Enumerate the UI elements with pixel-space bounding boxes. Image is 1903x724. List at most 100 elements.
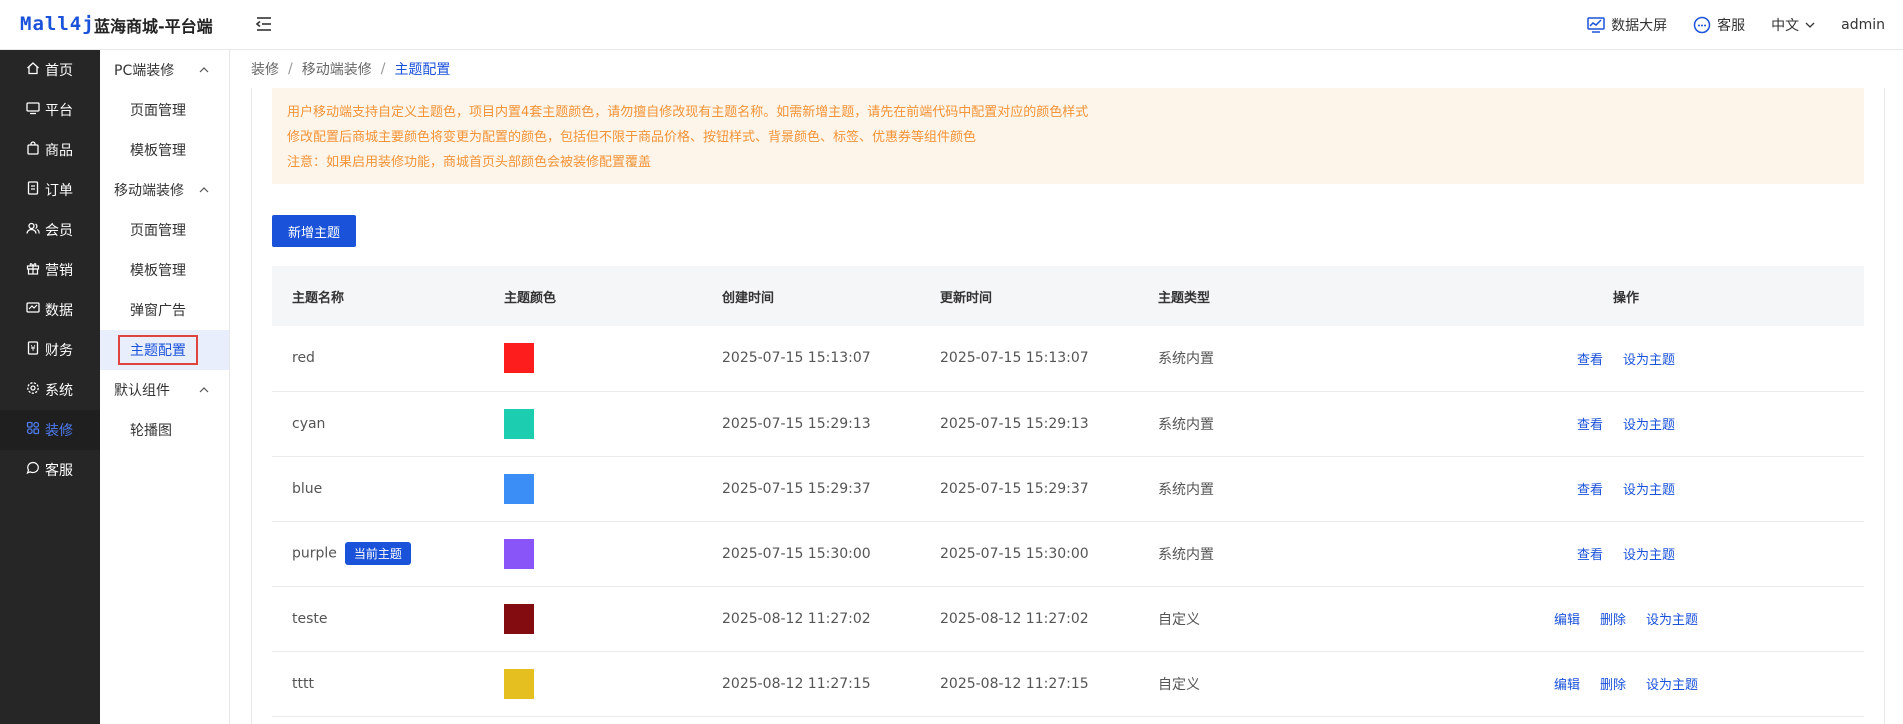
menu-toggle-icon[interactable] [254, 14, 276, 36]
theme-color-cell [504, 326, 722, 392]
nav-item-label: 装修 [45, 423, 73, 439]
row-action-link[interactable]: 编辑 [1554, 678, 1580, 693]
subnav-item-pc-templates[interactable]: 模板管理 [100, 130, 229, 170]
row-action-link[interactable]: 删除 [1600, 613, 1626, 628]
row-action-link[interactable]: 删除 [1600, 678, 1626, 693]
operations-cell: 查看 设为主题 [1388, 521, 1864, 587]
theme-name-cell: tttt [272, 651, 504, 717]
nav-item-data[interactable]: 数据 [0, 290, 100, 330]
row-action-link[interactable]: 查看 [1577, 483, 1603, 498]
color-swatch [504, 343, 534, 374]
chart-icon [26, 301, 45, 319]
row-action-link[interactable]: 查看 [1577, 548, 1603, 563]
breadcrumb-current: 主题配置 [394, 62, 451, 78]
operations-cell: 查看 设为主题 [1388, 391, 1864, 457]
notice-line: 用户移动端支持自定义主题色，项目内置4套主题颜色，请勿擅自修改现有主题名称。如需… [287, 105, 1089, 120]
nav-item-service[interactable]: 客服 [0, 450, 100, 490]
subnav-item-pc-pages[interactable]: 页面管理 [100, 90, 229, 130]
language-select[interactable]: 中文 [1771, 15, 1815, 35]
svg-text:¥: ¥ [30, 344, 35, 353]
nav-item-members[interactable]: 会员 [0, 210, 100, 250]
type-cell: 系统内置 [1158, 326, 1388, 392]
theme-name: red [292, 350, 315, 367]
operations-cell: 查看 设为主题 [1388, 456, 1864, 522]
table-row: blue 2025-07-15 15:29:37 2025-07-15 15:29:… [272, 456, 1864, 522]
color-swatch [504, 668, 534, 699]
column-header: 更新时间 [940, 266, 1158, 326]
subnav-item-mobile-templates[interactable]: 模板管理 [100, 250, 229, 290]
theme-name: teste [292, 610, 328, 627]
row-action-link[interactable]: 查看 [1577, 353, 1603, 368]
subnav-item-theme-config[interactable]: 主题配置 [100, 330, 229, 370]
user-menu[interactable]: admin [1841, 17, 1885, 33]
nav-item-goods[interactable]: 商品 [0, 130, 100, 170]
column-header: 操作 [1388, 266, 1864, 326]
theme-name-cell: blue [272, 456, 504, 522]
headset-icon [1693, 16, 1711, 34]
subnav-group-mobile[interactable]: 移动端装修 [100, 170, 229, 210]
data-screen-link[interactable]: 数据大屏 [1587, 15, 1667, 35]
table-row: red 2025-07-15 15:13:07 2025-07-15 15:13:0… [272, 326, 1864, 392]
row-action-link[interactable]: 设为主题 [1623, 418, 1675, 433]
subnav-item-label: 模板管理 [130, 143, 186, 159]
brush-icon [26, 421, 45, 439]
type-cell: 系统内置 [1158, 456, 1388, 522]
nav-item-marketing[interactable]: 营销 [0, 250, 100, 290]
color-swatch [504, 603, 534, 634]
theme-name: tttt [292, 675, 314, 692]
theme-name: purple [292, 545, 337, 562]
row-action-link[interactable]: 设为主题 [1623, 548, 1675, 563]
logo[interactable]: Mall4j [20, 13, 95, 35]
subnav-group-default-components[interactable]: 默认组件 [100, 370, 229, 410]
table-header-row: 主题名称 主题颜色 创建时间 更新时间 主题类型 操作 [272, 266, 1864, 326]
column-header: 主题名称 [272, 266, 504, 326]
nav-item-orders[interactable]: 订单 [0, 170, 100, 210]
notice-line: 注意：如果启用装修功能，商城首页头部颜色会被装修配置覆盖 [287, 155, 652, 170]
nav-item-platform[interactable]: 平台 [0, 90, 100, 130]
operations-cell: 编辑 删除 设为主题 [1388, 651, 1864, 717]
operations-cell: 编辑 删除 设为主题 [1388, 586, 1864, 652]
nav-item-decoration[interactable]: 装修 [0, 410, 100, 450]
nav-item-home[interactable]: 首页 [0, 50, 100, 90]
subnav-item-mobile-pages[interactable]: 页面管理 [100, 210, 229, 250]
column-header: 主题颜色 [504, 266, 722, 326]
type-cell: 自定义 [1158, 586, 1388, 652]
created-cell: 2025-08-12 11:27:02 [722, 586, 940, 652]
theme-name-cell: teste [272, 586, 504, 652]
theme-color-cell [504, 391, 722, 457]
add-theme-button[interactable]: 新增主题 [272, 215, 356, 247]
theme-name: cyan [292, 415, 326, 432]
subnav-item-label: 页面管理 [130, 223, 186, 239]
main-nav: 首页 平台 商品 订单 会员 营销 数据 ¥ 财务 系统 装修 客服 [0, 50, 100, 724]
color-swatch [504, 473, 534, 504]
nav-item-label: 系统 [45, 383, 73, 399]
highlight-box [118, 335, 198, 365]
gift-icon [26, 261, 45, 279]
created-cell: 2025-07-15 15:30:00 [722, 521, 940, 587]
theme-name: blue [292, 480, 323, 497]
nav-item-label: 客服 [45, 463, 73, 479]
subnav-group-pc[interactable]: PC端装修 [100, 50, 229, 90]
row-action-link[interactable]: 设为主题 [1623, 353, 1675, 368]
row-action-link[interactable]: 编辑 [1554, 613, 1580, 628]
breadcrumb-item[interactable]: 装修 [251, 59, 279, 79]
row-action-link[interactable]: 设为主题 [1646, 613, 1698, 628]
breadcrumb-item[interactable]: 移动端装修 [302, 59, 372, 79]
operations-cell: 查看 设为主题 [1388, 326, 1864, 392]
user-name: admin [1841, 17, 1885, 33]
subnav-item-popup-ads[interactable]: 弹窗广告 [100, 290, 229, 330]
theme-color-cell [504, 651, 722, 717]
subnav-item-carousel[interactable]: 轮播图 [100, 410, 229, 450]
vertical-scrollbar[interactable] [1884, 88, 1903, 724]
subnav-group-label: 移动端装修 [114, 183, 184, 199]
nav-item-label: 会员 [45, 223, 73, 239]
created-cell: 2025-07-15 15:13:07 [722, 326, 940, 392]
row-action-link[interactable]: 查看 [1577, 418, 1603, 433]
row-action-link[interactable]: 设为主题 [1646, 678, 1698, 693]
theme-name-cell: cyan [272, 391, 504, 457]
service-link[interactable]: 客服 [1693, 15, 1745, 35]
nav-item-finance[interactable]: ¥ 财务 [0, 330, 100, 370]
nav-item-system[interactable]: 系统 [0, 370, 100, 410]
row-action-link[interactable]: 设为主题 [1623, 483, 1675, 498]
breadcrumb-separator: / [288, 61, 293, 77]
